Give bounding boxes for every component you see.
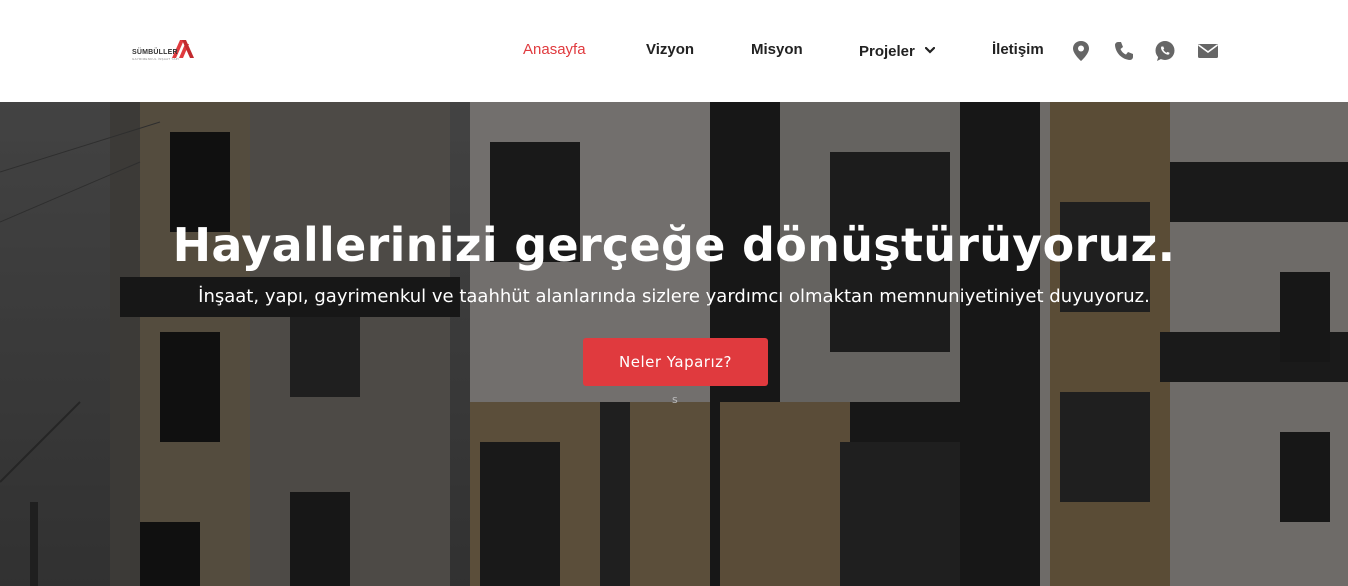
chevron-down-icon — [924, 41, 936, 58]
whatsapp-icon[interactable] — [1154, 40, 1176, 62]
location-pin-icon[interactable] — [1071, 40, 1093, 62]
neler-yapariz-button[interactable]: Neler Yaparız? — [583, 338, 768, 386]
nav-item-misyon[interactable]: Misyon — [751, 41, 803, 58]
main-nav: Anasayfa Vizyon Misyon Projeler İletişim — [0, 0, 1348, 102]
nav-item-iletisim[interactable]: İletişim — [992, 41, 1044, 58]
envelope-icon[interactable] — [1197, 40, 1219, 62]
nav-item-projeler[interactable]: Projeler — [859, 41, 936, 60]
site-header: SÜMBÜLLER GAYRIMENKUL İNŞAAT YAPI Anasay… — [0, 0, 1348, 102]
hero-title: Hayallerinizi gerçeğe dönüştürüyoruz. — [172, 218, 1176, 272]
phone-icon[interactable] — [1113, 40, 1135, 62]
nav-item-vizyon[interactable]: Vizyon — [646, 41, 694, 58]
nav-item-anasayfa[interactable]: Anasayfa — [523, 41, 586, 58]
nav-item-projeler-label: Projeler — [859, 43, 915, 60]
hero-section: Hayallerinizi gerçeğe dönüştürüyoruz. İn… — [0, 102, 1348, 586]
hero-subtitle: İnşaat, yapı, gayrimenkul ve taahhüt ala… — [198, 286, 1150, 307]
stray-text: s — [672, 393, 678, 406]
